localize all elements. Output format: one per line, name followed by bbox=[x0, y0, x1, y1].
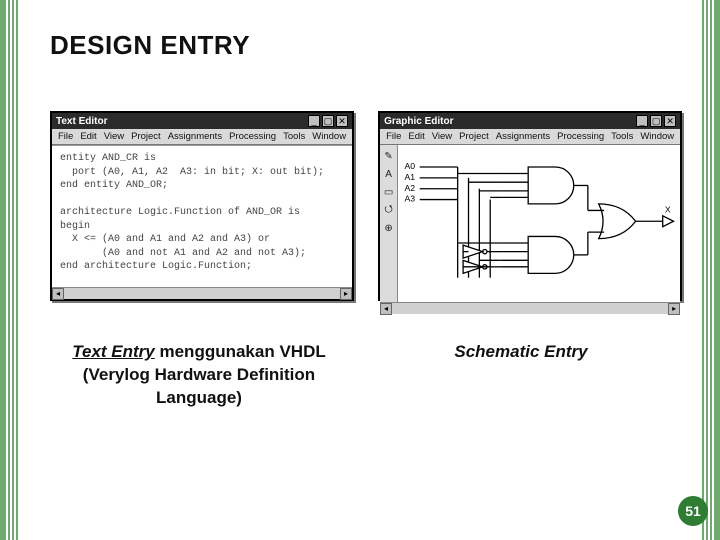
signal-label: A3 bbox=[405, 194, 416, 204]
menu-item[interactable]: Assignments bbox=[168, 131, 222, 142]
graphic-editor-body: ✎ A ▭ ⭯ ⊕ bbox=[380, 145, 680, 302]
menu-item[interactable]: Project bbox=[459, 131, 489, 142]
text-editor-hscroll[interactable]: ◂ ▸ bbox=[52, 287, 352, 299]
text-tool-icon[interactable]: A bbox=[382, 167, 396, 181]
text-editor-menubar: File Edit View Project Assignments Proce… bbox=[52, 129, 352, 145]
menu-item[interactable]: Project bbox=[131, 131, 161, 142]
graphic-editor-titlebar: Graphic Editor _ ▢ ✕ bbox=[380, 113, 680, 129]
vhdl-code-block: entity AND_CR is port (A0, A1, A2 A3: in… bbox=[52, 146, 352, 280]
signal-label: A2 bbox=[405, 183, 416, 193]
page-number-badge: 51 bbox=[678, 496, 708, 526]
text-entry-strong: Text Entry bbox=[72, 342, 155, 361]
editors-row: Text Editor _ ▢ ✕ File Edit View Project… bbox=[50, 111, 670, 301]
signal-label: A1 bbox=[405, 172, 416, 182]
right-decor-rails bbox=[702, 0, 720, 540]
menu-item[interactable]: Assignments bbox=[496, 131, 550, 142]
zoom-tool-icon[interactable]: ⊕ bbox=[382, 221, 396, 235]
menu-item[interactable]: File bbox=[386, 131, 401, 142]
text-editor-window-controls: _ ▢ ✕ bbox=[308, 115, 348, 127]
menu-item[interactable]: View bbox=[432, 131, 452, 142]
menu-item[interactable]: Edit bbox=[408, 131, 424, 142]
close-button[interactable]: ✕ bbox=[336, 115, 348, 127]
graphic-editor-hscroll[interactable]: ◂ ▸ bbox=[380, 302, 680, 314]
menu-item[interactable]: Window bbox=[312, 131, 346, 142]
pencil-tool-icon[interactable]: ✎ bbox=[382, 149, 396, 163]
menu-item[interactable]: Tools bbox=[611, 131, 633, 142]
close-button[interactable]: ✕ bbox=[664, 115, 676, 127]
graphic-editor-menubar: File Edit View Project Assignments Proce… bbox=[380, 129, 680, 145]
text-editor-window: Text Editor _ ▢ ✕ File Edit View Project… bbox=[50, 111, 354, 301]
graphic-editor-window-controls: _ ▢ ✕ bbox=[636, 115, 676, 127]
menu-item[interactable]: Processing bbox=[229, 131, 276, 142]
signal-label: A0 bbox=[405, 161, 416, 171]
scroll-right-icon[interactable]: ▸ bbox=[340, 288, 352, 300]
graphic-editor-window: Graphic Editor _ ▢ ✕ File Edit View Proj… bbox=[378, 111, 682, 301]
maximize-button[interactable]: ▢ bbox=[650, 115, 662, 127]
graphic-editor-toolstrip: ✎ A ▭ ⭯ ⊕ bbox=[380, 145, 398, 302]
menu-item[interactable]: View bbox=[104, 131, 124, 142]
text-editor-titlebar: Text Editor _ ▢ ✕ bbox=[52, 113, 352, 129]
schematic-entry-caption: Schematic Entry bbox=[372, 341, 670, 410]
schematic-canvas[interactable]: A0 A1 A2 A3 X bbox=[398, 145, 680, 302]
minimize-button[interactable]: _ bbox=[308, 115, 320, 127]
rect-tool-icon[interactable]: ▭ bbox=[382, 185, 396, 199]
menu-item[interactable]: Processing bbox=[557, 131, 604, 142]
graphic-editor-title: Graphic Editor bbox=[384, 116, 453, 127]
menu-item[interactable]: Edit bbox=[80, 131, 96, 142]
rotate-tool-icon[interactable]: ⭯ bbox=[382, 203, 396, 217]
menu-item[interactable]: Tools bbox=[283, 131, 305, 142]
menu-item[interactable]: File bbox=[58, 131, 73, 142]
captions-row: Text Entry menggunakan VHDL (Verylog Har… bbox=[50, 341, 670, 410]
scroll-left-icon[interactable]: ◂ bbox=[52, 288, 64, 300]
scroll-right-icon[interactable]: ▸ bbox=[668, 303, 680, 315]
slide-content: DESIGN ENTRY Text Editor _ ▢ ✕ File Edit… bbox=[20, 0, 700, 540]
minimize-button[interactable]: _ bbox=[636, 115, 648, 127]
scroll-left-icon[interactable]: ◂ bbox=[380, 303, 392, 315]
slide-title: DESIGN ENTRY bbox=[50, 30, 670, 61]
left-decor-rails bbox=[0, 0, 18, 540]
menu-item[interactable]: Window bbox=[640, 131, 674, 142]
schematic-svg: A0 A1 A2 A3 X bbox=[398, 145, 680, 302]
maximize-button[interactable]: ▢ bbox=[322, 115, 334, 127]
text-editor-workarea: entity AND_CR is port (A0, A1, A2 A3: in… bbox=[52, 145, 352, 287]
output-label: X bbox=[665, 205, 671, 215]
text-entry-caption: Text Entry menggunakan VHDL (Verylog Har… bbox=[50, 341, 348, 410]
text-editor-title: Text Editor bbox=[56, 116, 107, 127]
